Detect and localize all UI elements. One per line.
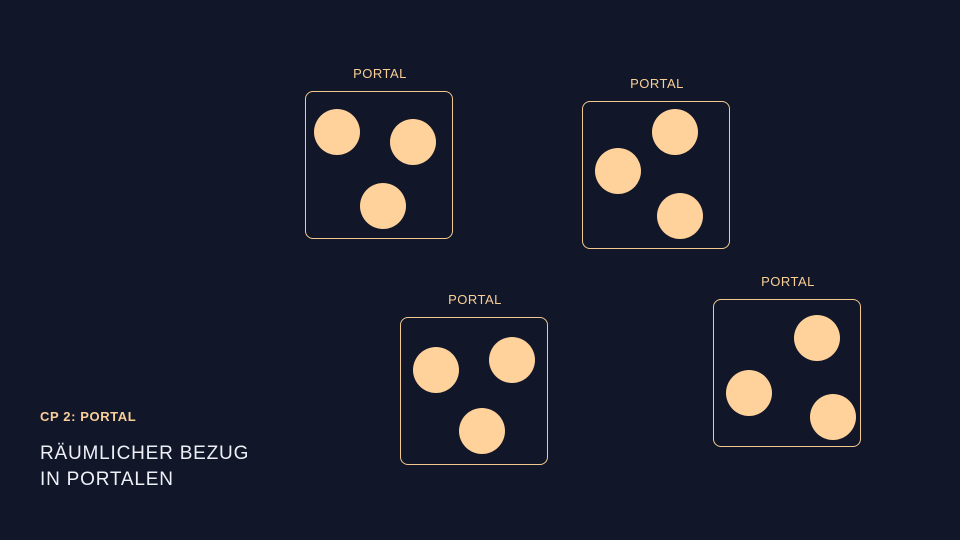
portal-dot: [726, 370, 772, 416]
portal-dot: [459, 408, 505, 454]
portal-dot: [360, 183, 406, 229]
portal-dot: [657, 193, 703, 239]
portal-frame: [305, 91, 453, 239]
portal-dot: [595, 148, 641, 194]
portal-frame: [582, 101, 730, 249]
portal-label: PORTAL: [448, 292, 502, 307]
slide-title-line: RÄUMLICHER BEZUG: [40, 443, 250, 464]
section-kicker: CP 2: PORTAL: [40, 409, 137, 424]
portal-label: PORTAL: [761, 274, 815, 289]
portal-label: PORTAL: [353, 66, 407, 81]
slide-title-line: IN PORTALEN: [40, 469, 174, 490]
portal-dot: [652, 109, 698, 155]
portal-dot: [489, 337, 535, 383]
portal-dot: [314, 109, 360, 155]
slide-title: RÄUMLICHER BEZUG IN PORTALEN: [40, 441, 249, 493]
portal-dot: [810, 394, 856, 440]
portal-frame: [713, 299, 861, 447]
portal-dot: [413, 347, 459, 393]
portal-dot: [390, 119, 436, 165]
portal-dot: [794, 315, 840, 361]
portal-label: PORTAL: [630, 76, 684, 91]
portal-frame: [400, 317, 548, 465]
